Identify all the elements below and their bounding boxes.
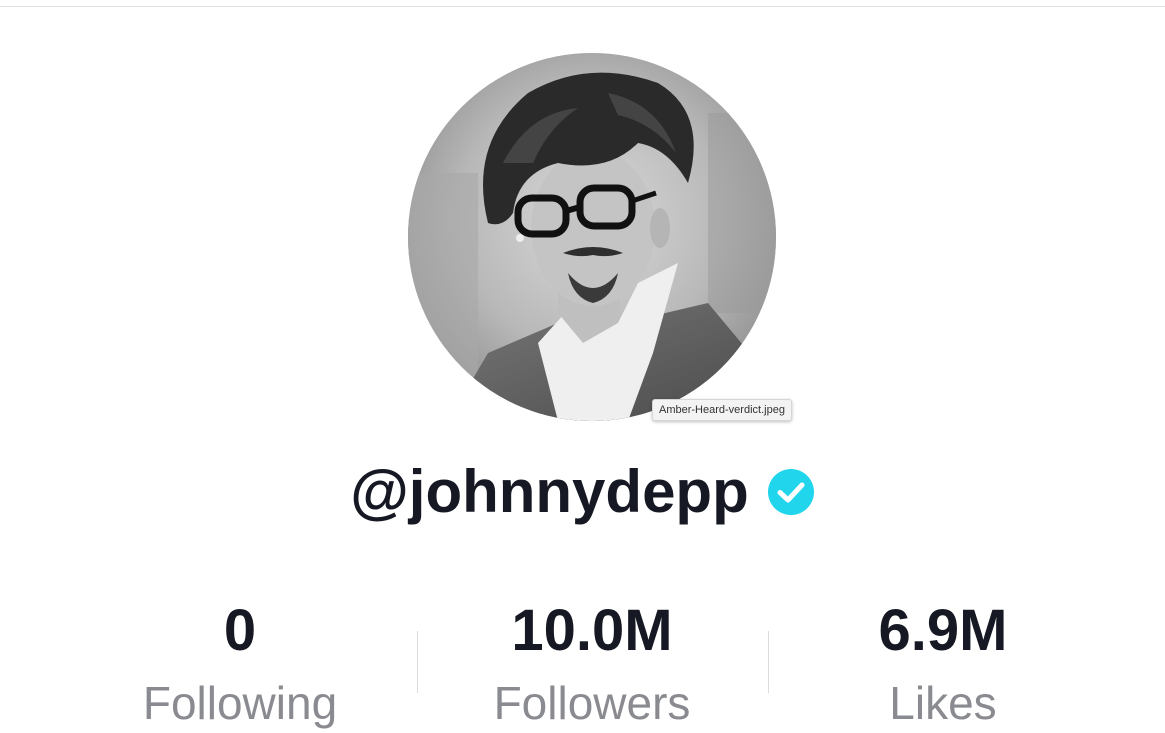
avatar[interactable]	[408, 53, 776, 421]
profile-stats: 0 Following 10.0M Followers 6.9M Likes	[65, 595, 1100, 733]
likes-label: Likes	[889, 677, 997, 729]
username-row: @johnnydepp	[0, 452, 1165, 532]
file-name-tooltip: Amber-Heard-verdict.jpeg	[652, 399, 792, 421]
verified-check-icon	[767, 468, 815, 516]
followers-label: Followers	[493, 677, 691, 729]
followers-count: 10.0M	[511, 598, 673, 663]
stat-following[interactable]: 0 Following	[65, 595, 415, 733]
following-label: Following	[142, 677, 338, 729]
stat-followers[interactable]: 10.0M Followers	[417, 595, 767, 733]
stat-likes: 6.9M Likes	[768, 595, 1118, 733]
top-divider	[0, 6, 1165, 7]
following-count: 0	[223, 598, 257, 663]
username: @johnnydepp	[350, 458, 749, 525]
profile-page: Amber-Heard-verdict.jpeg @johnnydepp 0 F…	[0, 0, 1165, 733]
likes-count: 6.9M	[878, 598, 1008, 663]
avatar-photo	[408, 53, 776, 421]
